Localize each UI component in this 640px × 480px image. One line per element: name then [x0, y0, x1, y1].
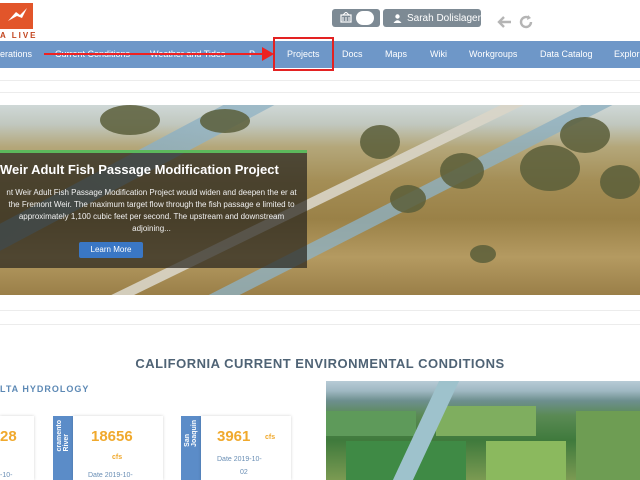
top-bar: A LIVE Sarah Dolislager — [0, 0, 640, 41]
nav-item-maps[interactable]: Maps — [385, 41, 407, 68]
hydrology-heading: LTA HYDROLOGY — [0, 384, 90, 394]
nav-item-workgroups[interactable]: Workgroups — [469, 41, 517, 68]
hero-description: nt Weir Adult Fish Passage Modification … — [6, 188, 297, 233]
logo-bird-icon — [0, 3, 33, 29]
annotation-highlight-box — [273, 37, 334, 71]
aerial-field — [436, 406, 536, 436]
stat-unit: cfs — [265, 434, 276, 441]
aerial-field — [486, 441, 566, 480]
hero-tree — [520, 145, 580, 191]
stat-value: 28 — [0, 428, 17, 445]
stat-date: Date 2019-10- — [217, 456, 262, 463]
stat-unit: cfs — [112, 454, 123, 461]
divider — [0, 324, 640, 325]
reload-icon[interactable] — [518, 14, 534, 30]
divider — [0, 80, 640, 81]
delta-aerial-image — [326, 381, 640, 480]
user-name: Sarah Dolislager — [407, 12, 481, 24]
nav-item-data-catalog[interactable]: Data Catalog — [540, 41, 593, 68]
hero-card-accent-bar — [0, 150, 307, 153]
stat-card — [0, 416, 34, 480]
logo-text: A LIVE — [0, 31, 38, 40]
back-arrow-icon[interactable] — [497, 14, 513, 30]
nav-item-wiki[interactable]: Wiki — [430, 41, 447, 68]
hero-tree — [440, 153, 484, 189]
hero-tree — [100, 105, 160, 135]
stat-date: -10- — [0, 472, 13, 479]
toggle-knob[interactable] — [356, 11, 374, 25]
section-title: CALIFORNIA CURRENT ENVIRONMENTAL CONDITI… — [135, 356, 505, 371]
cart-toggle[interactable] — [332, 9, 380, 27]
hero-tree — [470, 245, 496, 263]
hero-title: Weir Adult Fish Passage Modification Pro… — [0, 162, 279, 177]
aerial-field — [326, 411, 416, 436]
divider — [0, 310, 640, 311]
annotation-arrow-shaft — [44, 53, 269, 55]
nav-item-operations[interactable]: erations — [0, 41, 32, 68]
nav-item-explore[interactable]: Explor — [614, 41, 640, 68]
stat-date: Date 2019-10- — [88, 472, 133, 479]
user-icon — [393, 13, 402, 23]
stat-value: 3961 — [217, 428, 251, 445]
user-menu-button[interactable]: Sarah Dolislager — [383, 9, 481, 27]
hero-tree — [200, 109, 250, 133]
aerial-field — [576, 411, 640, 480]
hero-caption-card: Weir Adult Fish Passage Modification Pro… — [0, 150, 307, 268]
hero-tree — [390, 185, 426, 213]
basket-icon — [340, 12, 352, 23]
stat-card — [73, 416, 163, 480]
stat-station-label: San Joaquin — [181, 416, 201, 480]
hero-tree — [360, 125, 400, 159]
learn-more-button[interactable]: Learn More — [79, 242, 143, 258]
stat-date-continued: 02 — [240, 469, 248, 476]
stat-value: 18656 — [91, 428, 133, 445]
stat-station-label: cramento River — [53, 416, 73, 480]
divider — [0, 92, 640, 93]
site-logo[interactable]: A LIVE — [0, 0, 40, 40]
hero-tree — [560, 117, 610, 153]
hero-tree — [600, 165, 640, 199]
nav-item-docs[interactable]: Docs — [342, 41, 363, 68]
